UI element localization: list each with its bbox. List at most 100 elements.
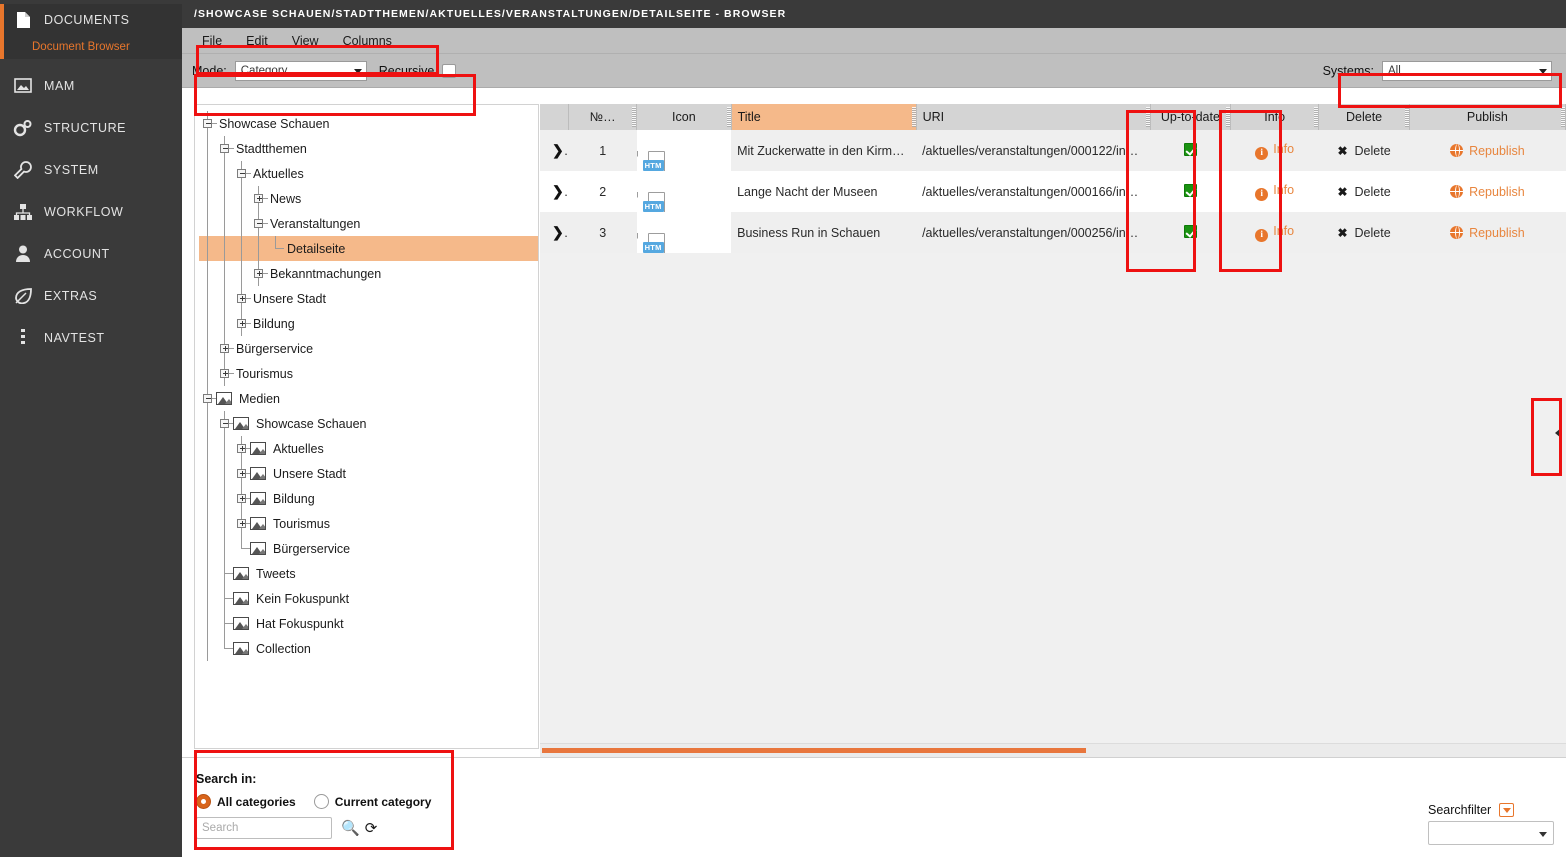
tree-node[interactable]: Kein Fokuspunkt xyxy=(199,586,538,611)
cell-uri[interactable]: /aktuelles/veranstaltungen/000122/index.… xyxy=(916,130,1151,171)
tree-node[interactable]: Collection xyxy=(199,636,538,661)
republish-link[interactable]: Republish xyxy=(1469,144,1525,158)
grid-header-publish[interactable]: Publish xyxy=(1409,104,1566,130)
grid-header-icon[interactable]: Icon xyxy=(636,104,732,130)
tree-expand-icon[interactable] xyxy=(233,461,251,486)
tree-node[interactable]: Aktuelles xyxy=(199,436,538,461)
tree-node[interactable]: Stadtthemen xyxy=(199,136,538,161)
grid-horizontal-scrollbar[interactable] xyxy=(540,743,1566,757)
tree-collapse-icon[interactable] xyxy=(216,136,234,161)
row-expand-icon[interactable]: ❯ xyxy=(546,142,564,158)
filter-icon[interactable] xyxy=(1499,803,1515,817)
tree-expand-icon[interactable] xyxy=(233,286,251,311)
info-link[interactable]: Info xyxy=(1273,183,1294,197)
tree-node[interactable]: Aktuelles xyxy=(199,161,538,186)
row-expand-icon[interactable]: ❯ xyxy=(546,183,564,199)
sidebar-item-system[interactable]: SYSTEM xyxy=(0,154,182,185)
cell-publish[interactable]: Republish xyxy=(1409,212,1566,253)
radio-all-categories[interactable] xyxy=(196,794,211,809)
grid-header-uptodate[interactable]: Up-to-date xyxy=(1150,104,1231,130)
tree-node[interactable]: Detailseite xyxy=(199,236,538,261)
tree-expand-icon[interactable] xyxy=(233,511,251,536)
tree-node[interactable]: Bürgerservice xyxy=(199,536,538,561)
tree-node[interactable]: Bildung xyxy=(199,311,538,336)
column-resize-handle[interactable] xyxy=(726,107,731,127)
row-expand-icon[interactable]: ❯ xyxy=(546,224,564,240)
sidebar-item-mam[interactable]: MAM xyxy=(0,70,182,101)
magnifier-icon[interactable]: 🔍 xyxy=(341,819,360,837)
tree-node[interactable]: Bürgerservice xyxy=(199,336,538,361)
grid-header-uri[interactable]: URI xyxy=(916,104,1151,130)
column-resize-handle[interactable] xyxy=(1145,107,1150,127)
tree-expand-icon[interactable] xyxy=(216,336,234,361)
cell-uri[interactable]: /aktuelles/veranstaltungen/000166/index.… xyxy=(916,171,1151,212)
tree-collapse-icon[interactable] xyxy=(199,386,217,411)
column-resize-handle[interactable] xyxy=(911,107,916,127)
tree-node[interactable]: Tweets xyxy=(199,561,538,586)
tree-node[interactable]: Showcase Schauen xyxy=(199,111,538,136)
table-row[interactable]: ❯ 3 HTM Business Run in Schauen/aktuelles/v… xyxy=(540,212,1566,253)
tree-node[interactable]: Bildung xyxy=(199,486,538,511)
tree-node[interactable]: News xyxy=(199,186,538,211)
tree-expand-icon[interactable] xyxy=(216,361,234,386)
tree-node[interactable]: Veranstaltungen xyxy=(199,211,538,236)
menu-view[interactable]: View xyxy=(280,28,331,54)
info-link[interactable]: Info xyxy=(1273,142,1294,156)
tree-node[interactable]: Unsere Stadt xyxy=(199,461,538,486)
column-resize-handle[interactable] xyxy=(1225,107,1230,127)
grid-header-delete[interactable]: Delete xyxy=(1318,104,1410,130)
republish-link[interactable]: Republish xyxy=(1469,226,1525,240)
tree-node[interactable]: Tourismus xyxy=(199,361,538,386)
sidebar-item-structure[interactable]: STRUCTURE xyxy=(0,112,182,143)
cell-expand[interactable]: ❯ xyxy=(540,130,569,171)
sidebar-item-extras[interactable]: EXTRAS xyxy=(0,280,182,311)
tree-expand-icon[interactable] xyxy=(250,186,268,211)
delete-link[interactable]: Delete xyxy=(1355,226,1391,240)
tree-collapse-icon[interactable] xyxy=(233,161,251,186)
cell-info[interactable]: i Info xyxy=(1230,171,1319,212)
sidebar-item-workflow[interactable]: WORKFLOW xyxy=(0,196,182,227)
sidebar-item-documents[interactable]: DOCUMENTS xyxy=(0,4,182,35)
cell-expand[interactable]: ❯ xyxy=(540,212,569,253)
tree-node[interactable]: Hat Fokuspunkt xyxy=(199,611,538,636)
recursive-checkbox[interactable] xyxy=(442,63,457,78)
tree-node[interactable]: Tourismus xyxy=(199,511,538,536)
grid-scrollbar-thumb[interactable] xyxy=(542,748,1086,753)
tree-collapse-icon[interactable] xyxy=(216,411,234,436)
tree-collapse-icon[interactable] xyxy=(250,211,268,236)
cell-publish[interactable]: Republish xyxy=(1409,171,1566,212)
info-link[interactable]: Info xyxy=(1273,224,1294,238)
sidebar-subitem-document-browser[interactable]: Document Browser xyxy=(0,35,182,59)
systems-select[interactable]: All xyxy=(1382,60,1552,81)
grid-header-no[interactable]: №… xyxy=(568,104,638,130)
grid-header-title[interactable]: Title xyxy=(731,104,917,130)
column-resize-handle[interactable] xyxy=(1404,107,1409,127)
tree-expand-icon[interactable] xyxy=(233,436,251,461)
tree-expand-icon[interactable] xyxy=(233,486,251,511)
tree-node[interactable]: Unsere Stadt xyxy=(199,286,538,311)
tree-node[interactable]: Bekanntmachungen xyxy=(199,261,538,286)
cell-delete[interactable]: ✖ Delete xyxy=(1318,212,1410,253)
menu-edit[interactable]: Edit xyxy=(234,28,280,54)
tree-expand-icon[interactable] xyxy=(233,311,251,336)
column-resize-handle[interactable] xyxy=(632,107,637,127)
column-resize-handle[interactable] xyxy=(1561,107,1565,127)
cell-info[interactable]: i Info xyxy=(1230,130,1319,171)
tree-expand-icon[interactable] xyxy=(250,261,268,286)
right-panel-splitter[interactable] xyxy=(1550,388,1566,478)
tree-node[interactable]: Showcase Schauen xyxy=(199,411,538,436)
delete-link[interactable]: Delete xyxy=(1355,144,1391,158)
tree-collapse-icon[interactable] xyxy=(199,111,217,136)
grid-header-info[interactable]: Info xyxy=(1230,104,1320,130)
cell-publish[interactable]: Republish xyxy=(1409,130,1566,171)
search-input[interactable] xyxy=(196,817,332,839)
sidebar-item-navtest[interactable]: NAVTEST xyxy=(0,322,182,353)
column-resize-handle[interactable] xyxy=(1314,107,1319,127)
refresh-icon[interactable]: ⟳ xyxy=(365,819,378,837)
table-row[interactable]: ❯ 1 HTM Mit Zuckerwatte in den Kirmes-T…/ak… xyxy=(540,130,1566,171)
cell-delete[interactable]: ✖ Delete xyxy=(1318,171,1410,212)
delete-link[interactable]: Delete xyxy=(1355,185,1391,199)
cell-uri[interactable]: /aktuelles/veranstaltungen/000256/index.… xyxy=(916,212,1151,253)
cell-expand[interactable]: ❯ xyxy=(540,171,569,212)
menu-columns[interactable]: Columns xyxy=(331,28,404,54)
